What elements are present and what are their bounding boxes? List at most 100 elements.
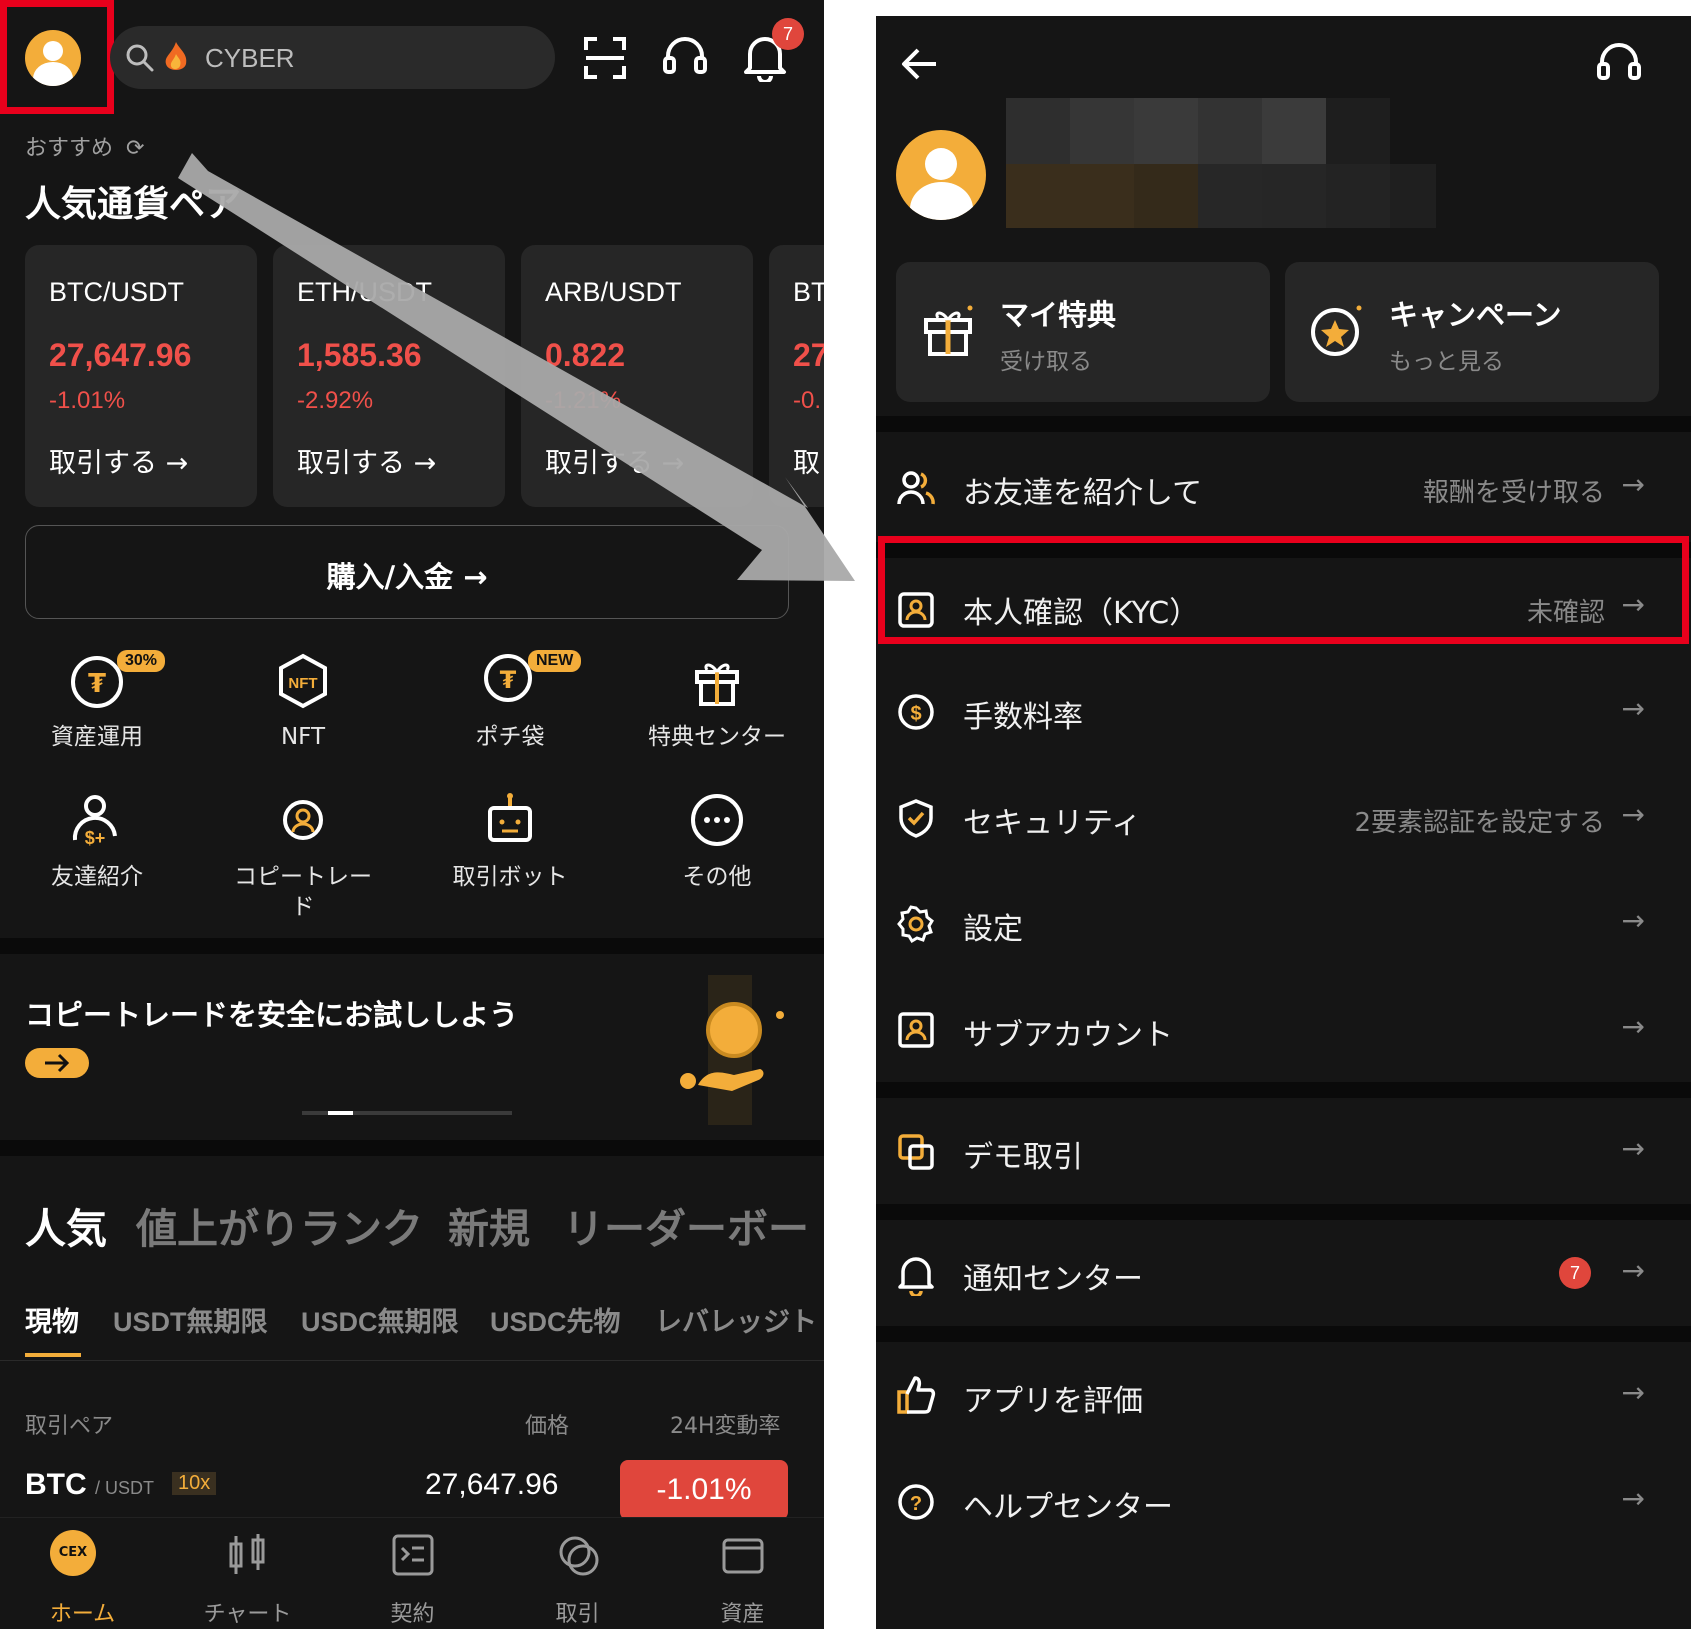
feature-earn[interactable]: ₮ 30% 資産運用 [7, 650, 187, 760]
notification-badge: 7 [1559, 1257, 1591, 1289]
tab-popular[interactable]: 人気 [25, 1195, 107, 1255]
nav-trade[interactable]: 取引 [495, 1518, 660, 1629]
menu-help-center[interactable]: ? ヘルプセンター → [876, 1448, 1691, 1554]
candlestick-icon [229, 1534, 265, 1574]
gear-icon [897, 905, 934, 944]
pair-card[interactable]: ETH/USDT 1,585.36 -2.92% 取引する → [273, 245, 505, 507]
pair-name: ARB/USDT [545, 277, 682, 307]
trade-link[interactable]: 取引する → [49, 441, 188, 480]
row-quote: / USDT [95, 1478, 155, 1498]
pair-name: BTC/USDT [49, 277, 184, 307]
nav-assets[interactable]: 資産 [660, 1518, 824, 1629]
search-bar[interactable]: CYBER [110, 26, 555, 89]
search-text: CYBER [205, 43, 295, 73]
menu-referral[interactable]: お友達を紹介して 報酬を受け取る → [876, 432, 1691, 542]
feature-bot[interactable]: 取引ボット [420, 790, 600, 910]
pair-price: 27,647.96 [49, 337, 192, 373]
menu-demo-trading[interactable]: デモ取引 → [876, 1098, 1691, 1204]
my-rewards-card[interactable]: マイ特典 受け取る [896, 262, 1270, 402]
tab-divider [0, 1360, 824, 1361]
pair-change: -2.92% [297, 387, 374, 414]
pair-card[interactable]: ARB/USDT 0.822 -1.21% 取引する → [521, 245, 753, 507]
nav-label: ホーム [49, 1602, 116, 1627]
pair-card[interactable]: BTC/USDT 27,647.96 -1.01% 取引する → [25, 245, 257, 507]
scan-icon[interactable] [583, 36, 627, 80]
nav-home[interactable]: CEX ホーム [0, 1518, 165, 1629]
trade-link[interactable]: 取引する → [297, 441, 436, 480]
demo-copy-icon [898, 1134, 934, 1170]
col-change: 24H変動率 [670, 1414, 781, 1439]
menu-label: セキュリティ [963, 806, 1142, 841]
users-icon [897, 471, 935, 505]
menu-label: 手数料率 [963, 700, 1083, 735]
col-pair: 取引ペア [25, 1414, 114, 1439]
tab-leaderboard[interactable]: リーダーボー [563, 1195, 809, 1255]
pair-change: -0. [793, 387, 822, 414]
subtab-usdc-futures[interactable]: USDC先物 [490, 1300, 621, 1339]
bell-icon [898, 1257, 934, 1296]
profile-screen: マイ特典 受け取る キャンペーン もっと見る お友達を紹介して 報酬を受け取る … [876, 16, 1691, 1629]
menu-settings[interactable]: 設定 → [876, 870, 1691, 976]
trade-link[interactable]: 取 [793, 441, 820, 480]
menu-fee-rate[interactable]: $ 手数料率 → [876, 658, 1691, 764]
menu-rate-app[interactable]: アプリを評価 → [876, 1342, 1691, 1448]
headset-icon[interactable] [1596, 40, 1642, 86]
subtab-leverage[interactable]: レバレッジト [655, 1300, 817, 1339]
nav-chart[interactable]: チャート [165, 1518, 330, 1629]
feature-referral[interactable]: $+ 友達紹介 [7, 790, 187, 910]
section-divider [876, 1082, 1691, 1098]
svg-text:NFT: NFT [288, 675, 317, 692]
refresh-icon[interactable]: ⟳ [126, 136, 144, 161]
feature-label: コピートレード [234, 864, 372, 920]
coin-hand-illustration [680, 975, 784, 1125]
feature-label: その他 [682, 864, 752, 890]
back-arrow-icon[interactable] [900, 44, 940, 84]
section-divider [876, 416, 1691, 432]
nft-icon: NFT [279, 653, 327, 709]
promo-subtitle: もっと見る [1389, 349, 1504, 375]
arrow-right-icon: → [1621, 1254, 1645, 1287]
subtab-usdc-perp[interactable]: USDC無期限 [301, 1300, 459, 1339]
buy-deposit-button[interactable]: 購入/入金 → [25, 525, 789, 619]
banner-arrow-button[interactable] [25, 1048, 89, 1078]
tab-gainers[interactable]: 値上がりランク [136, 1195, 423, 1255]
svg-text:₮: ₮ [88, 669, 106, 699]
nav-label: 取引 [555, 1602, 600, 1627]
recommend-label[interactable]: おすすめ ⟳ [25, 130, 144, 162]
blurred-username [1006, 98, 1436, 228]
arrow-right-icon: → [1621, 1482, 1645, 1515]
subtab-spot[interactable]: 現物 [25, 1300, 79, 1339]
menu-subaccount[interactable]: サブアカウント → [876, 976, 1691, 1082]
market-row[interactable]: BTC / USDT 10x 27,647.96 -1.01% [0, 1460, 824, 1520]
kyc-highlight [878, 536, 1689, 644]
home-screen: CYBER 7 おすすめ ⟳ 人気通貨ペア BTC/USDT 27,647.96… [0, 0, 824, 1629]
feature-copytrade[interactable]: コピートレード [213, 790, 393, 920]
wallet-icon [722, 1538, 764, 1574]
feature-nft[interactable]: NFT NFT [213, 650, 393, 760]
nav-contract[interactable]: 契約 [330, 1518, 495, 1629]
trade-link[interactable]: 取引する → [545, 441, 684, 480]
gift-icon [924, 305, 973, 356]
menu-notifications[interactable]: 通知センター 7 → [876, 1220, 1691, 1326]
trade-icon [559, 1536, 599, 1576]
feature-redpacket[interactable]: ₮ NEW ポチ袋 [420, 650, 600, 760]
tab-new[interactable]: 新規 [448, 1195, 530, 1255]
pair-name: BTC [793, 277, 824, 307]
menu-value: 2要素認証を設定する [1354, 808, 1605, 838]
feature-more[interactable]: その他 [627, 790, 807, 910]
pair-card[interactable]: BTC 27 -0. 取 [769, 245, 824, 507]
help-icon: ? [898, 1484, 934, 1520]
profile-avatar[interactable] [896, 130, 986, 220]
feature-rewards[interactable]: 特典センター [627, 650, 807, 760]
menu-security[interactable]: セキュリティ 2要素認証を設定する → [876, 764, 1691, 870]
subtab-usdt-perp[interactable]: USDT無期限 [113, 1300, 268, 1339]
carousel-indicator [328, 1111, 353, 1115]
avatar-highlight [0, 0, 114, 114]
campaign-card[interactable]: キャンペーン もっと見る [1285, 262, 1659, 402]
headset-icon[interactable] [662, 34, 708, 80]
cex-logo-icon: CEX [50, 1530, 96, 1576]
nav-label: チャート [203, 1602, 292, 1627]
arrow-right-icon: → [661, 448, 685, 479]
section-divider [876, 1204, 1691, 1220]
promo-title: キャンペーン [1389, 298, 1562, 332]
